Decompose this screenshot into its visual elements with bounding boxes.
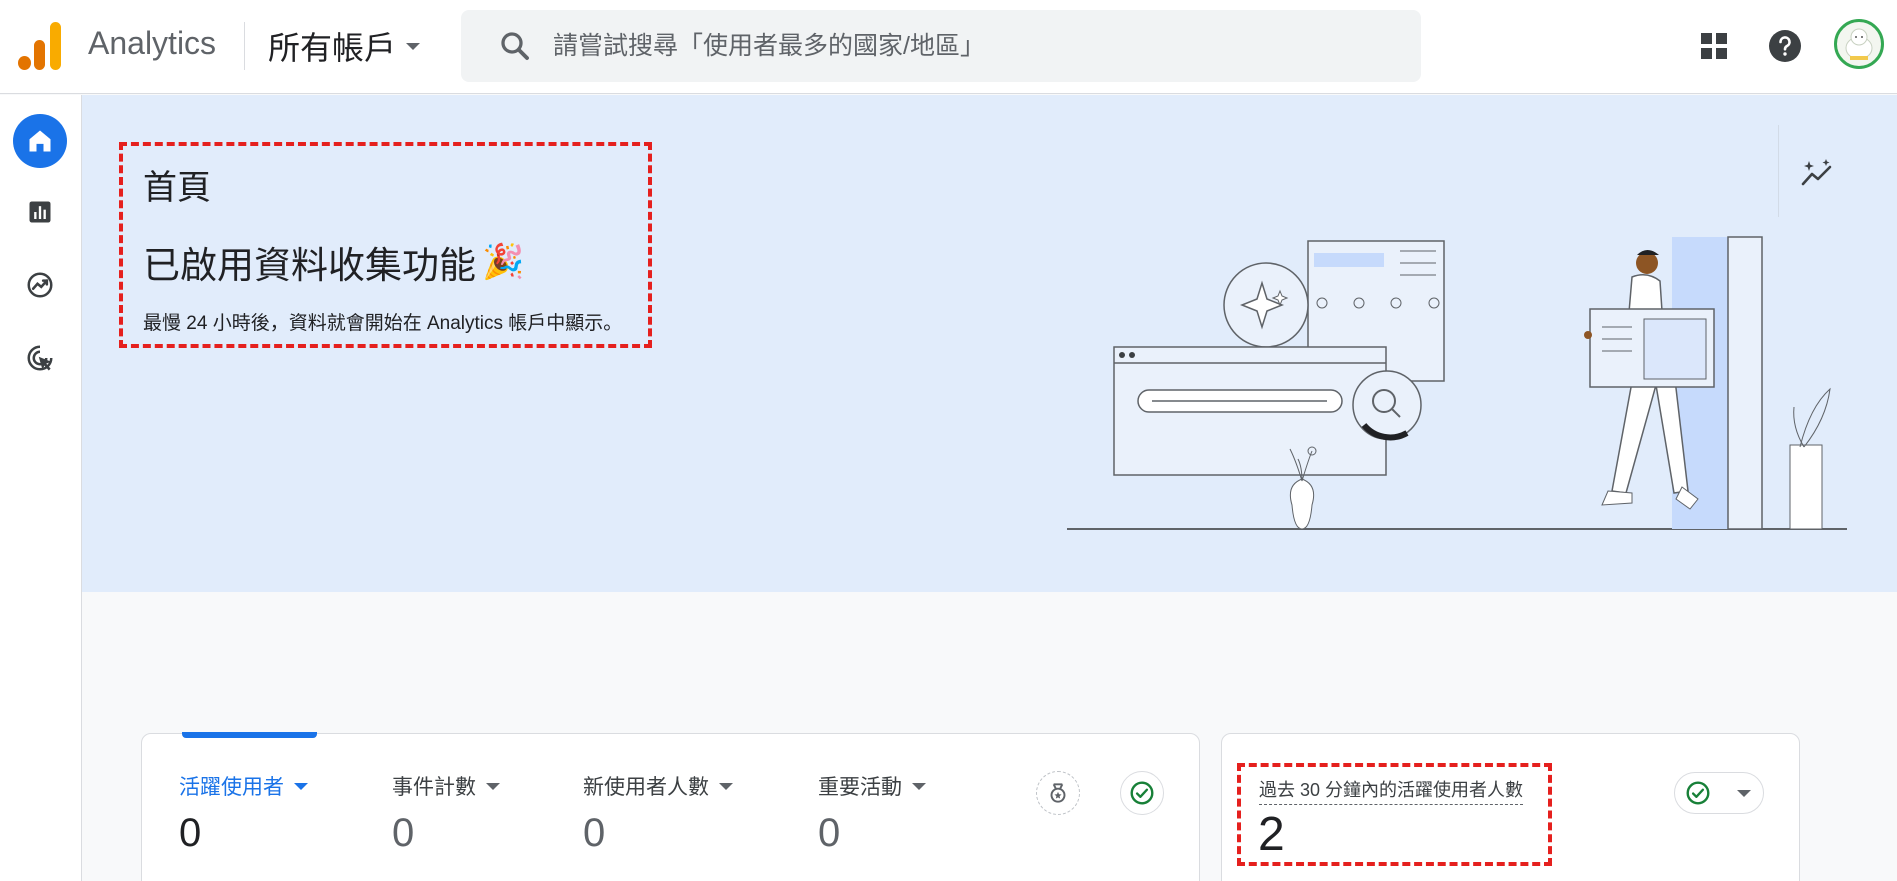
status-check-button[interactable] [1120, 771, 1164, 815]
chevron-down-icon [1737, 789, 1751, 797]
check-circle-icon [1130, 781, 1154, 805]
realtime-users-card: 過去 30 分鐘內的活躍使用者人數 2 [1221, 733, 1800, 881]
award-medal-icon [1050, 783, 1066, 803]
app-name: Analytics [88, 25, 217, 61]
nav-item-explore[interactable] [13, 258, 67, 312]
bar-chart-icon [29, 201, 51, 223]
insights-button[interactable] [1794, 151, 1842, 195]
home-icon [29, 130, 51, 152]
insights-divider [1778, 125, 1779, 217]
apps-grid-icon [1701, 33, 1727, 59]
chevron-down-icon [486, 782, 500, 790]
avatar[interactable] [1834, 19, 1884, 69]
help-button[interactable] [1763, 24, 1807, 68]
search-input[interactable] [553, 31, 1421, 61]
home-hero-banner: 首頁 已啟用資料收集功能 🎉 最慢 24 小時後，資料就會開始在 Analyti… [82, 95, 1897, 592]
chevron-down-icon [294, 782, 308, 790]
metric-label: 事件計數 [392, 771, 500, 801]
metric-label-text: 重要活動 [818, 776, 902, 799]
nav-item-home[interactable] [13, 114, 67, 168]
check-circle-icon [1686, 781, 1710, 805]
explore-trend-icon [27, 272, 53, 298]
realtime-options-button[interactable] [1674, 772, 1764, 814]
account-picker[interactable]: 所有帳戶 [268, 22, 421, 70]
search-bar[interactable] [461, 10, 1421, 82]
chevron-down-icon [406, 42, 421, 50]
side-navigation [0, 95, 82, 881]
chevron-down-icon [912, 782, 926, 790]
top-app-bar: Analytics 所有帳戶 [0, 0, 1897, 94]
metric-tab-event-count[interactable]: 事件計數 0 [392, 771, 500, 856]
search-icon [501, 32, 529, 60]
realtime-users-value: 2 [1258, 808, 1285, 861]
selected-tab-indicator [182, 732, 317, 738]
insights-sparkle-icon [1801, 159, 1832, 186]
metric-label: 新使用者人數 [583, 771, 733, 801]
analytics-logo-icon[interactable] [18, 22, 62, 70]
metric-value: 0 [583, 811, 606, 855]
metric-label-text: 事件計數 [392, 776, 476, 799]
metric-value: 0 [818, 811, 841, 855]
benchmark-button[interactable] [1036, 771, 1080, 815]
hero-illustration [1067, 236, 1847, 530]
page-title: 首頁 [143, 169, 211, 207]
help-icon [1769, 30, 1801, 62]
target-cursor-icon [27, 345, 53, 371]
metric-tab-new-users[interactable]: 新使用者人數 0 [583, 771, 733, 856]
metric-tab-key-events[interactable]: 重要活動 0 [818, 771, 926, 856]
metrics-overview-card: 活躍使用者 0 事件計數 0 新使用者人數 0 重要活動 0 [141, 732, 1200, 881]
chevron-down-icon [719, 782, 733, 790]
nav-item-reports[interactable] [13, 185, 67, 239]
data-delay-notice: 最慢 24 小時後，資料就會開始在 Analytics 帳戶中顯示。 [143, 313, 623, 334]
apps-grid-button[interactable] [1692, 24, 1736, 68]
metric-label-text: 活躍使用者 [179, 776, 284, 799]
party-popper-icon: 🎉 [482, 242, 525, 282]
heading-text: 已啟用資料收集功能 [143, 245, 476, 286]
metric-value: 0 [392, 811, 415, 855]
metric-value: 0 [179, 811, 202, 855]
metric-tab-active-users[interactable]: 活躍使用者 0 [179, 771, 308, 856]
data-collection-heading: 已啟用資料收集功能 🎉 [143, 235, 524, 289]
metric-label: 重要活動 [818, 771, 926, 801]
metric-label: 活躍使用者 [179, 771, 308, 801]
avatar-image-icon [1845, 28, 1873, 60]
metric-label-text: 新使用者人數 [583, 776, 709, 799]
realtime-users-label[interactable]: 過去 30 分鐘內的活躍使用者人數 [1259, 776, 1524, 805]
account-name: 所有帳戶 [268, 30, 397, 66]
nav-item-advertising[interactable] [13, 331, 67, 385]
header-divider [244, 22, 245, 70]
